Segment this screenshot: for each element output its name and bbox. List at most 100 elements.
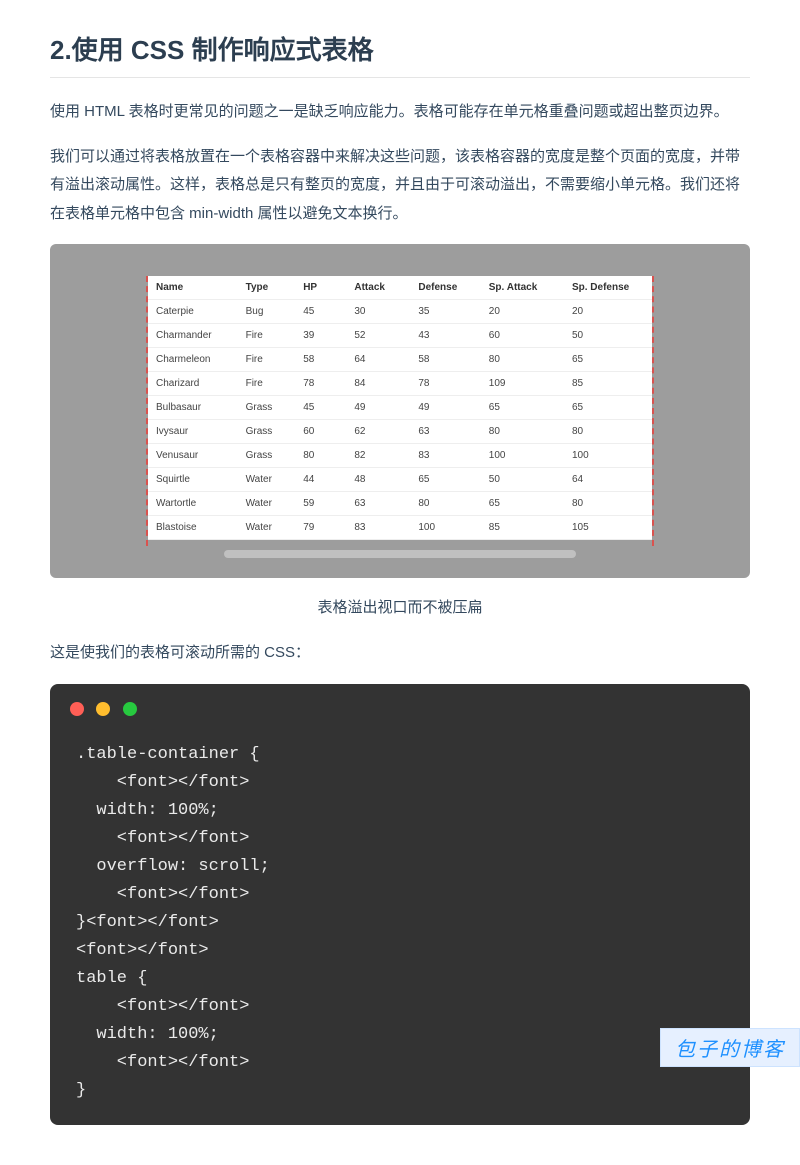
table-cell: 78 bbox=[410, 372, 480, 396]
table-cell: 62 bbox=[346, 420, 410, 444]
table-cell: Caterpie bbox=[148, 300, 238, 324]
table-row: CaterpieBug453035202045195 bbox=[148, 300, 652, 324]
table-cell: Fire bbox=[238, 324, 296, 348]
table-demo-frame: NameTypeHPAttackDefenseSp. AttackSp. Def… bbox=[50, 244, 750, 578]
table-header: Name bbox=[148, 276, 238, 300]
table-cell: 65 bbox=[481, 396, 564, 420]
table-cell: 82 bbox=[346, 444, 410, 468]
scrollbar-track[interactable] bbox=[148, 550, 652, 560]
table-cell: 50 bbox=[481, 468, 564, 492]
table-row: BlastoiseWater79831008510578530 bbox=[148, 516, 652, 540]
paragraph-3: 这是使我们的表格可滚动所需的 CSS： bbox=[50, 639, 750, 668]
table-cell: Grass bbox=[238, 444, 296, 468]
table-cell: Ivysaur bbox=[148, 420, 238, 444]
table-header: Attack bbox=[346, 276, 410, 300]
table-cell: Fire bbox=[238, 372, 296, 396]
table-cell: 52 bbox=[346, 324, 410, 348]
table-row: SquirtleWater444865506443314 bbox=[148, 468, 652, 492]
table-cell: Fire bbox=[238, 348, 296, 372]
table-header: Sp. Defense bbox=[564, 276, 652, 300]
table-cell: 20 bbox=[564, 300, 652, 324]
minimize-icon[interactable] bbox=[96, 702, 110, 716]
table-row: CharmeleonFire586458806580405 bbox=[148, 348, 652, 372]
paragraph-1: 使用 HTML 表格时更常见的问题之一是缺乏响应能力。表格可能存在单元格重叠问题… bbox=[50, 98, 750, 127]
table-cell: Bulbasaur bbox=[148, 396, 238, 420]
table-cell: 49 bbox=[346, 396, 410, 420]
table-row: IvysaurGrass606263808060405 bbox=[148, 420, 652, 444]
table-cell: 44 bbox=[295, 468, 346, 492]
table-header: Sp. Attack bbox=[481, 276, 564, 300]
table-cell: 105 bbox=[564, 516, 652, 540]
table-cell: Water bbox=[238, 516, 296, 540]
table-cell: 80 bbox=[481, 348, 564, 372]
paragraph-2: 我们可以通过将表格放置在一个表格容器中来解决这些问题，该表格容器的宽度是整个页面… bbox=[50, 143, 750, 229]
table-cell: 100 bbox=[410, 516, 480, 540]
table-cell: Grass bbox=[238, 420, 296, 444]
viewport-mask-left bbox=[50, 276, 148, 546]
table-cell: 30 bbox=[346, 300, 410, 324]
viewport-mask-right bbox=[652, 276, 750, 546]
maximize-icon[interactable] bbox=[123, 702, 137, 716]
table-row: BulbasaurGrass454949656545318 bbox=[148, 396, 652, 420]
table-cell: 48 bbox=[346, 468, 410, 492]
code-block: .table-container { <font></font> width: … bbox=[50, 684, 750, 1126]
table-cell: 80 bbox=[410, 492, 480, 516]
table-cell: Venusaur bbox=[148, 444, 238, 468]
code-content[interactable]: .table-container { <font></font> width: … bbox=[50, 735, 750, 1112]
table-cell: 50 bbox=[564, 324, 652, 348]
table-header: HP bbox=[295, 276, 346, 300]
table-cell: Charizard bbox=[148, 372, 238, 396]
table-cell: 43 bbox=[410, 324, 480, 348]
table-cell: 65 bbox=[564, 396, 652, 420]
table-cell: Charmeleon bbox=[148, 348, 238, 372]
table-cell: 80 bbox=[481, 420, 564, 444]
table-cell: 79 bbox=[295, 516, 346, 540]
window-controls bbox=[50, 702, 750, 735]
table-cell: 60 bbox=[481, 324, 564, 348]
table-cell: 64 bbox=[346, 348, 410, 372]
table-cell: 80 bbox=[564, 492, 652, 516]
table-cell: 100 bbox=[564, 444, 652, 468]
table-cell: 63 bbox=[410, 420, 480, 444]
table-cell: 59 bbox=[295, 492, 346, 516]
table-cell: 65 bbox=[410, 468, 480, 492]
table-row: CharizardFire78847810985100534 bbox=[148, 372, 652, 396]
table-cell: Water bbox=[238, 492, 296, 516]
close-icon[interactable] bbox=[70, 702, 84, 716]
scrollbar-thumb[interactable] bbox=[224, 550, 577, 558]
table-cell: 64 bbox=[564, 468, 652, 492]
table-cell: Bug bbox=[238, 300, 296, 324]
figure-caption: 表格溢出视口而不被压扁 bbox=[50, 596, 750, 617]
table-cell: 49 bbox=[410, 396, 480, 420]
table-row: WartortleWater596380658058405 bbox=[148, 492, 652, 516]
table-cell: 80 bbox=[564, 420, 652, 444]
table-row: VenusaurGrass80828310010080525 bbox=[148, 444, 652, 468]
table-cell: 83 bbox=[410, 444, 480, 468]
table-cell: Squirtle bbox=[148, 468, 238, 492]
table-header: Type bbox=[238, 276, 296, 300]
table-header: Defense bbox=[410, 276, 480, 300]
table-cell: Wartortle bbox=[148, 492, 238, 516]
table-cell: Grass bbox=[238, 396, 296, 420]
table-cell: 39 bbox=[295, 324, 346, 348]
table-cell: 58 bbox=[295, 348, 346, 372]
table-cell: 85 bbox=[481, 516, 564, 540]
table-cell: 60 bbox=[295, 420, 346, 444]
table-cell: 85 bbox=[564, 372, 652, 396]
table-cell: 35 bbox=[410, 300, 480, 324]
table-cell: 84 bbox=[346, 372, 410, 396]
table-cell: 58 bbox=[410, 348, 480, 372]
table-cell: 83 bbox=[346, 516, 410, 540]
table-cell: 45 bbox=[295, 300, 346, 324]
table-cell: 63 bbox=[346, 492, 410, 516]
table-cell: 78 bbox=[295, 372, 346, 396]
table-cell: 100 bbox=[481, 444, 564, 468]
table-cell: 109 bbox=[481, 372, 564, 396]
table-scroll-container[interactable]: NameTypeHPAttackDefenseSp. AttackSp. Def… bbox=[148, 276, 652, 540]
table-cell: 20 bbox=[481, 300, 564, 324]
watermark-badge: 包子的博客 bbox=[660, 1028, 800, 1067]
table-row: CharmanderFire395243605065309 bbox=[148, 324, 652, 348]
table-cell: Blastoise bbox=[148, 516, 238, 540]
table-cell: 65 bbox=[564, 348, 652, 372]
section-heading: 2.使用 CSS 制作响应式表格 bbox=[50, 30, 750, 78]
